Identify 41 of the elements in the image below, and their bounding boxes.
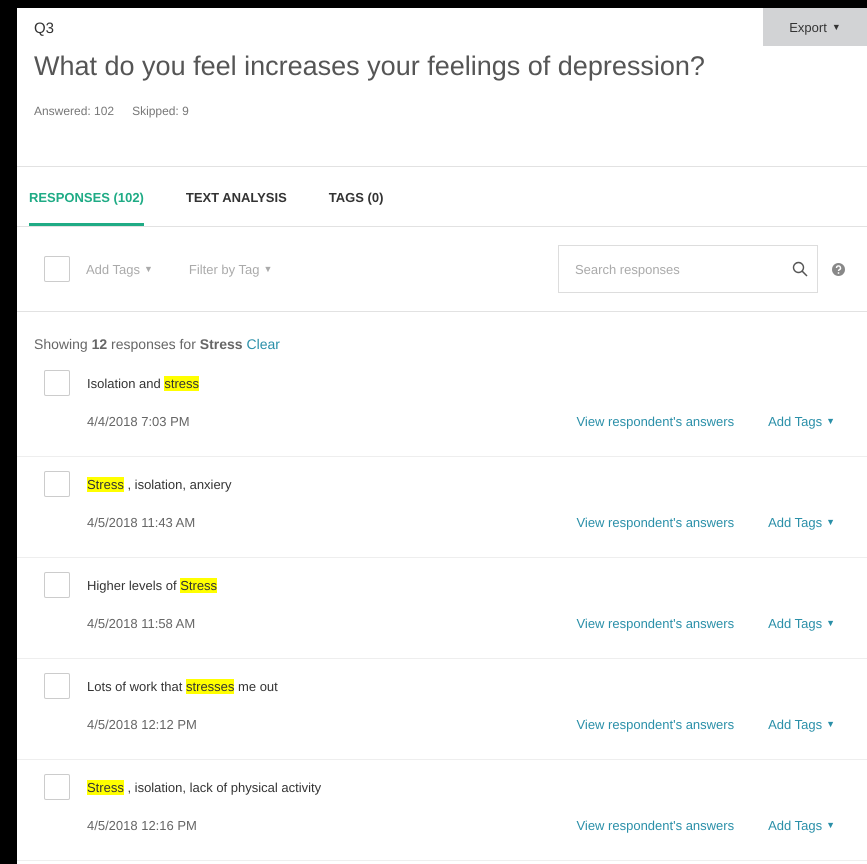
- response-text: Stress , isolation, anxiery: [87, 476, 233, 492]
- help-icon[interactable]: [832, 262, 845, 276]
- filter-by-tag-dropdown[interactable]: Filter by Tag ▼: [188, 262, 272, 276]
- response-text: Lots of work that stresses me out: [87, 678, 279, 694]
- view-answers-link[interactable]: View respondent's answers: [576, 818, 734, 832]
- response-checkbox[interactable]: [44, 774, 70, 800]
- select-all-checkbox[interactable]: [44, 256, 70, 282]
- skipped-count: Skipped: 9: [132, 104, 189, 118]
- question-number: Q3: [34, 20, 54, 37]
- tab[interactable]: RESPONSES (102): [29, 190, 144, 226]
- filter-summary: Showing 12 responses for Stress Clear: [33, 335, 281, 354]
- search-field[interactable]: Search responses: [558, 245, 818, 293]
- view-answers-link[interactable]: View respondent's answers: [576, 414, 734, 428]
- answered-count: Answered: 102: [34, 104, 114, 118]
- response-checkbox[interactable]: [44, 370, 70, 396]
- response-date: 4/4/2018 7:03 PM: [87, 414, 191, 428]
- response-text: Higher levels of Stress: [87, 578, 218, 592]
- response-date: 4/5/2018 12:16 PM: [87, 818, 198, 832]
- tab[interactable]: TEXT ANALYSIS: [186, 190, 287, 226]
- response-date: 4/5/2018 11:43 AM: [87, 514, 196, 530]
- add-tags-dropdown[interactable]: Add Tags ▼: [768, 716, 835, 732]
- response-text: Stress , isolation, lack of physical activity: [87, 780, 322, 794]
- view-answers-link[interactable]: View respondent's answers: [576, 716, 734, 732]
- add-tags-dropdown[interactable]: Add Tags ▼: [768, 414, 835, 428]
- response-checkbox[interactable]: [44, 471, 70, 497]
- response-checkbox[interactable]: [44, 673, 70, 699]
- tab[interactable]: TAGS (0): [328, 190, 384, 226]
- add-tags-dropdown[interactable]: Add Tags ▼: [768, 616, 835, 630]
- response-date: 4/5/2018 11:58 AM: [87, 616, 196, 630]
- search-icon[interactable]: [792, 261, 808, 277]
- add-tags-dropdown[interactable]: Add Tags ▼: [768, 514, 835, 530]
- export-button[interactable]: Export ▼: [763, 8, 867, 46]
- add-tags-dropdown[interactable]: Add Tags ▼: [768, 818, 835, 832]
- add-tags-dropdown[interactable]: Add Tags ▼: [86, 262, 153, 276]
- response-checkbox[interactable]: [44, 572, 70, 598]
- clear-link[interactable]: Clear: [246, 336, 280, 352]
- question-title: What do you feel increases your feelings of depression?: [34, 51, 706, 82]
- response-text: Isolation and stress: [87, 376, 200, 390]
- view-answers-link[interactable]: View respondent's answers: [576, 514, 734, 530]
- view-answers-link[interactable]: View respondent's answers: [576, 616, 734, 630]
- response-date: 4/5/2018 12:12 PM: [87, 716, 198, 732]
